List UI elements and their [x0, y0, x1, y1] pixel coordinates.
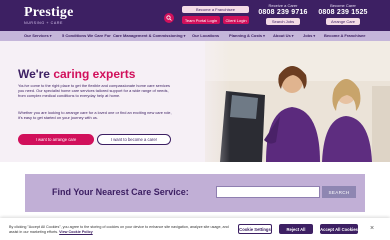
- jobs-phone-label: Become Carer: [330, 3, 356, 8]
- nav-item-label: 5 Conditions We Care For: [62, 33, 111, 38]
- become-franchisee-button[interactable]: Become a Franchisee: [182, 6, 249, 13]
- team-portal-login-button[interactable]: Team Portal Login: [182, 16, 220, 24]
- nav-item-label: Our Services: [24, 33, 49, 38]
- cookie-banner: By clicking "Accept All Cookies", you ag…: [0, 218, 390, 240]
- nav-item-jobs[interactable]: Jobs▾: [303, 31, 315, 41]
- care-phone-label: Receive a Carer: [268, 3, 298, 8]
- care-search-section: Find Your Nearest Care Service: SEARCH: [0, 162, 390, 224]
- site-header: Prestige NURSING + CARE Become a Franchi…: [0, 0, 390, 31]
- nav-item-label: Care Management & Commissioning: [113, 33, 183, 38]
- search-icon-button[interactable]: [164, 13, 174, 23]
- nav-item-care-management[interactable]: Care Management & Commissioning▾: [113, 31, 185, 41]
- nav-item-label: Our Locations: [192, 33, 220, 38]
- cookie-policy-link[interactable]: View Cookie Policy: [59, 230, 93, 234]
- nav-item-our-services[interactable]: Our Services▾: [24, 31, 51, 41]
- close-icon[interactable]: ×: [368, 225, 376, 233]
- nav-item-label: Become A Franchisee: [324, 33, 366, 38]
- nav-item-become-franchisee[interactable]: Become A Franchisee: [324, 31, 366, 41]
- hero-title-prefix: We're: [18, 67, 50, 81]
- chevron-down-icon: ▾: [313, 34, 316, 38]
- chevron-down-icon: ▾: [263, 34, 265, 38]
- become-carer-button[interactable]: I want to become a carer: [97, 134, 171, 145]
- chevron-down-icon: ▾: [291, 34, 294, 38]
- cookie-text-block: By clicking "Accept All Cookies", you ag…: [9, 225, 231, 235]
- reject-all-button[interactable]: Reject All: [279, 224, 313, 234]
- arrange-care-header-button[interactable]: Arrange Care: [326, 18, 360, 25]
- hero-title-accent: caring experts: [53, 67, 136, 81]
- chevron-down-icon: ▾: [183, 34, 186, 38]
- jobs-phone-block: Become Carer 0808 239 1525 Arrange Care: [314, 3, 372, 25]
- search-jobs-button[interactable]: Search Jobs: [266, 18, 300, 25]
- nav-item-conditions[interactable]: 5 Conditions We Care For: [62, 31, 111, 41]
- care-search-card: Find Your Nearest Care Service: SEARCH: [25, 174, 365, 212]
- cookie-settings-button[interactable]: Cookie Settings: [238, 224, 272, 234]
- chevron-down-icon: ▾: [49, 34, 52, 38]
- nav-item-label: Planning & Costs: [229, 33, 263, 38]
- cookie-message: By clicking "Accept All Cookies", you ag…: [9, 225, 229, 234]
- arrange-care-button[interactable]: I want to arrange care: [18, 134, 94, 145]
- hero-journey-text: Whether you are looking to arrange care …: [18, 110, 172, 121]
- care-phone-number[interactable]: 0808 239 9716: [254, 9, 312, 16]
- logo-tagline: NURSING + CARE: [24, 21, 64, 25]
- nav-item-locations[interactable]: Our Locations: [192, 31, 219, 41]
- hero-section: We're caring experts You've come to the …: [0, 41, 390, 162]
- client-login-button[interactable]: Client Login: [223, 16, 249, 24]
- search-submit-button[interactable]: SEARCH: [322, 186, 356, 198]
- nav-item-label: About Us: [273, 33, 291, 38]
- hero-title: We're caring experts: [18, 67, 135, 81]
- postcode-search-input[interactable]: [216, 186, 320, 198]
- care-search-title: Find Your Nearest Care Service:: [52, 187, 189, 197]
- nav-item-planning-costs[interactable]: Planning & Costs▾: [229, 31, 265, 41]
- logo[interactable]: Prestige NURSING + CARE: [24, 5, 74, 26]
- accept-all-cookies-button[interactable]: Accept All Cookies: [320, 224, 358, 234]
- jobs-phone-number[interactable]: 0808 239 1525: [314, 9, 372, 16]
- care-phone-block: Receive a Carer 0808 239 9716 Search Job…: [254, 3, 312, 25]
- logo-wordmark: Prestige: [24, 5, 74, 20]
- nav-item-about-us[interactable]: About Us▾: [273, 31, 294, 41]
- hero-intro-text: You've come to the right place to get th…: [18, 83, 170, 99]
- search-icon: [166, 15, 172, 21]
- nav-item-label: Jobs: [303, 33, 313, 38]
- main-nav: Our Services▾ 5 Conditions We Care For C…: [0, 31, 390, 41]
